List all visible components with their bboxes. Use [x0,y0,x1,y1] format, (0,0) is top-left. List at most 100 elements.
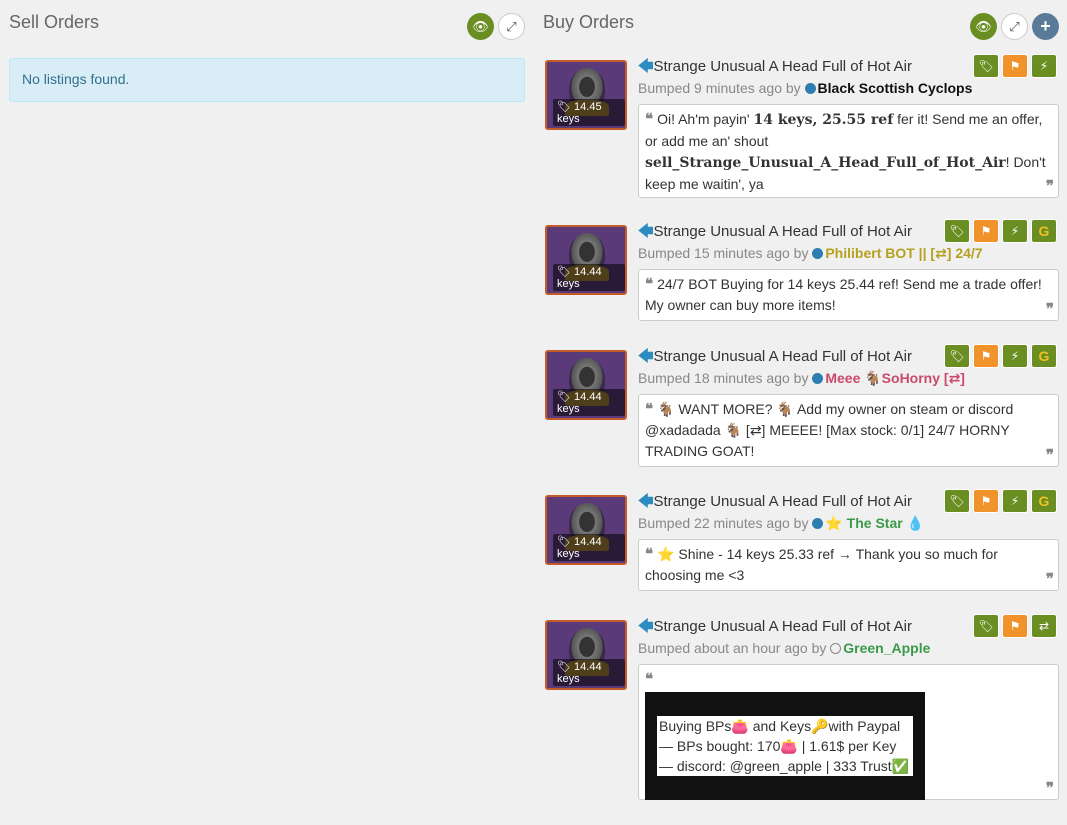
hide-icon[interactable]: 👁 [970,13,997,40]
user-link[interactable]: Philibert BOT || [⇄] 24/7 [825,245,982,261]
item-title-text: Strange Unusual A Head Full of Hot Air [653,348,912,365]
flag-icon[interactable]: ⚑ [973,344,999,368]
listing-item: 🏷 14.44 keys 🡄Strange Unusual A Head Ful… [543,612,1059,812]
status-dot-icon [804,83,816,94]
comment-line: Buying BPs👛 and Keys🔑with Paypal [657,716,913,736]
tag-icon[interactable]: 🏷 [944,219,970,243]
item-thumbnail[interactable]: 🏷 14.44 keys [545,495,627,565]
item-title[interactable]: 🡄Strange Unusual A Head Full of Hot Air [638,221,912,246]
bump-text: Bumped 15 minutes ago by [638,245,809,261]
status-dot-icon [812,373,824,384]
gold-g-icon[interactable]: G [1031,344,1057,368]
price-label: 14.44 keys [557,266,602,290]
quote-open-icon: ❝ [645,110,654,128]
gold-g-icon[interactable]: G [1031,219,1057,243]
arrow-left-icon: 🡄 [638,493,654,510]
bump-info: Bumped 9 minutes ago by Black Scottish C… [638,80,972,96]
lightning-icon[interactable]: ⚡ [1002,489,1028,513]
quote-close-icon: ❞ [1045,300,1054,318]
comment-text: 24/7 BOT Buying for 14 keys 25.44 ref! S… [645,276,1042,313]
flag-icon[interactable]: ⚑ [973,219,999,243]
user-link[interactable]: Meee 🐐SoHorny [⇄] [825,370,965,386]
listing-item: 🏷 14.44 keys 🡄Strange Unusual A Head Ful… [543,217,1059,342]
flag-icon[interactable]: ⚑ [973,489,999,513]
price-tag: 🏷 14.44 keys [553,389,625,416]
offline-dot-icon [830,643,842,654]
quote-open-icon: ❝ [645,275,654,293]
price-tag: 🏷 14.44 keys [553,534,625,561]
user-link[interactable]: ⭐ The Star 💧 [825,515,924,531]
price-label: 14.45 keys [557,101,602,125]
item-title[interactable]: 🡄Strange Unusual A Head Full of Hot Air [638,56,912,81]
listing-comment: ❝ 24/7 BOT Buying for 14 keys 25.44 ref! … [638,269,1059,321]
item-title-text: Strange Unusual A Head Full of Hot Air [653,223,912,240]
sell-header-buttons: 👁 ⤢ [467,13,525,40]
item-title[interactable]: 🡄Strange Unusual A Head Full of Hot Air [638,491,912,516]
flag-icon[interactable]: ⚑ [1002,54,1028,78]
tag-icon[interactable]: 🏷 [973,614,999,638]
item-title-text: Strange Unusual A Head Full of Hot Air [653,58,912,75]
lightning-icon[interactable]: ⚡ [1031,54,1057,78]
price-label: 14.44 keys [557,391,602,415]
item-title[interactable]: 🡄Strange Unusual A Head Full of Hot Air [638,616,912,641]
status-dot-icon [812,518,824,529]
swap-icon[interactable]: ⇄ [1031,614,1057,638]
item-title-text: Strange Unusual A Head Full of Hot Air [653,618,912,635]
quote-close-icon: ❞ [1045,446,1054,464]
comment-line: — BPs bought: 170👛 | 1.61$ per Key [657,736,913,756]
listing-badges: 🏷 ⚑ ⚡ G [944,489,1057,513]
item-title[interactable]: 🡄Strange Unusual A Head Full of Hot Air [638,346,912,371]
user-link[interactable]: Black Scottish Cyclops [818,80,973,96]
ascii-blank-row [645,696,925,716]
price-label: 14.44 keys [557,536,602,560]
arrow-left-icon: 🡄 [638,223,654,240]
listing-comment: ❝ 🐐 WANT MORE? 🐐 Add my owner on steam or… [638,394,1059,467]
gold-g-icon[interactable]: G [1031,489,1057,513]
comment-bold: sell_Strange_Unusual_A_Head_Full_of_Hot_… [645,155,1006,171]
tag-icon[interactable]: 🏷 [973,54,999,78]
listing-item: 🏷 14.45 keys 🡄Strange Unusual A Head Ful… [543,52,1059,217]
quote-open-icon: ❝ [645,400,654,418]
arrow-left-icon: 🡄 [638,618,654,635]
item-thumbnail[interactable]: 🏷 14.44 keys [545,350,627,420]
bump-text: Bumped 9 minutes ago by [638,80,801,96]
tag-icon[interactable]: 🏷 [944,489,970,513]
sell-orders-header: Sell Orders 👁 ⤢ [9,0,525,52]
listing-badges: 🏷 ⚑ ⚡ [973,54,1057,78]
status-dot-icon [812,248,824,259]
quote-close-icon: ❞ [1045,570,1054,588]
price-tag: 🏷 14.44 keys [553,659,625,686]
item-thumbnail[interactable]: 🏷 14.45 keys [545,60,627,130]
listing-comment: ❝ Buying BPs👛 and Keys🔑with Paypal — BPs… [638,664,1059,800]
comment-text: 🐐 WANT MORE? 🐐 Add my owner on steam or … [645,401,1014,459]
add-icon[interactable]: + [1032,13,1059,40]
hide-icon[interactable]: 👁 [467,13,494,40]
item-thumbnail[interactable]: 🏷 14.44 keys [545,225,627,295]
bump-text: Bumped 22 minutes ago by [638,515,809,531]
lightning-icon[interactable]: ⚡ [1002,219,1028,243]
buy-orders-title: Buy Orders [543,12,635,32]
flag-icon[interactable]: ⚑ [1002,614,1028,638]
no-listings-alert: No listings found. [9,58,525,102]
quote-close-icon: ❞ [1045,177,1054,195]
price-tag: 🏷 14.45 keys [553,99,625,126]
bump-text: Bumped about an hour ago by [638,640,827,656]
comment-text: ⭐ Shine - 14 keys 25.33 ref → Thank you … [645,546,998,583]
listing-comment: ❝ Oi! Ah'm payin' 14 keys, 25.55 ref fer … [638,104,1059,198]
item-thumbnail[interactable]: 🏷 14.44 keys [545,620,627,690]
arrow-left-icon: 🡄 [638,58,654,75]
listing-comment: ❝ ⭐ Shine - 14 keys 25.33 ref → Thank you… [638,539,1059,591]
comment-bold: 14 keys, 25.55 ref [753,112,894,128]
listing-item: 🏷 14.44 keys 🡄Strange Unusual A Head Ful… [543,342,1059,487]
bump-info: Bumped 22 minutes ago by ⭐ The Star 💧 [638,515,924,532]
user-link[interactable]: Green_Apple [843,640,930,656]
price-tag: 🏷 14.44 keys [553,264,625,291]
expand-icon[interactable]: ⤢ [1001,13,1028,40]
bump-text: Bumped 18 minutes ago by [638,370,809,386]
tag-icon[interactable]: 🏷 [944,344,970,368]
expand-icon[interactable]: ⤢ [498,13,525,40]
listing-badges: 🏷 ⚑ ⚡ G [944,219,1057,243]
price-label: 14.44 keys [557,661,602,685]
listing-item: 🏷 14.44 keys 🡄Strange Unusual A Head Ful… [543,487,1059,612]
lightning-icon[interactable]: ⚡ [1002,344,1028,368]
